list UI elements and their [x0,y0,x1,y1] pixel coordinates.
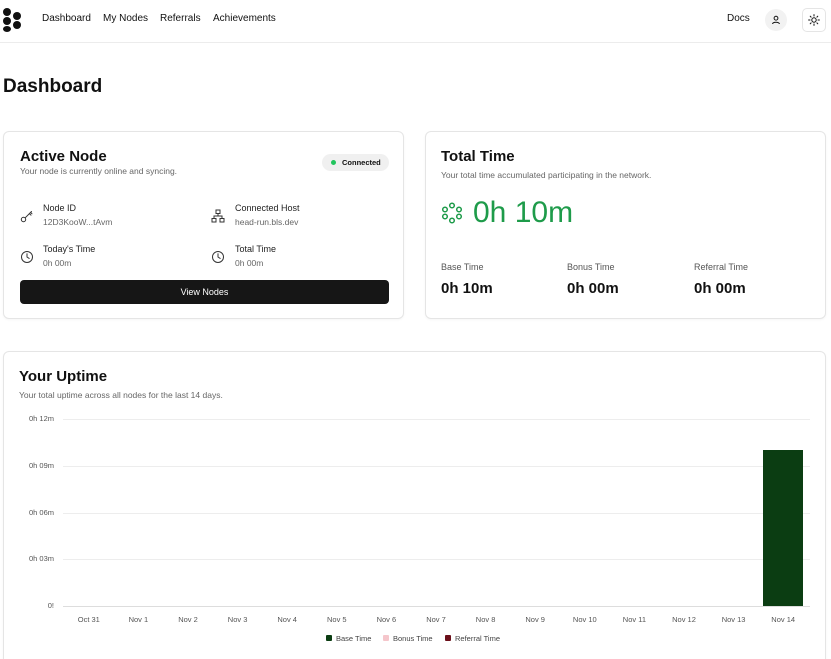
clock-icon [21,251,33,263]
docs-link[interactable]: Docs [727,13,750,24]
x-tick-label: Oct 31 [77,615,100,624]
total-time-value: 0h 00m [235,258,264,268]
x-tick-label: Nov 10 [572,615,597,624]
y-tick-label: 0h 12m [28,414,54,423]
theme-toggle-button[interactable] [802,8,826,32]
chart-gridline [63,465,810,467]
x-tick-label: Nov 5 [327,615,347,624]
page-title: Dashboard [3,76,103,97]
chart-gridline [63,512,810,514]
todays-time-value: 0h 00m [43,258,72,268]
uptime-card: Your Uptime Your total uptime across all… [3,351,826,659]
x-tick-label: Nov 12 [672,615,696,624]
total-time-card: Total Time Your total time accumulated p… [425,131,826,319]
status-dot-icon [331,160,336,165]
legend-swatch [326,635,332,642]
nodes-cluster-icon [441,202,463,224]
node-id-value: 12D3KooW...tAvm [43,217,113,227]
x-tick-label: Nov 4 [277,615,297,624]
network-icon [211,209,225,223]
total-time-label: Total Time [235,244,277,254]
x-tick-label: Nov 11 [622,615,646,624]
sun-icon [808,14,820,26]
status-badge-label: Connected [342,158,381,167]
x-tick-label: Nov 8 [475,615,496,624]
nav-link-my-nodes[interactable]: My Nodes [103,13,148,24]
referral-time-label: Referral Time [694,262,749,272]
total-time-title: Total Time [441,148,515,165]
key-icon [20,211,33,223]
top-navigation: Dashboard My Nodes Referrals Achievement… [0,0,831,43]
base-time-value: 0h 10m [441,280,493,297]
clock-icon [212,251,224,263]
uptime-subtitle: Your total uptime across all nodes for t… [19,390,223,400]
node-id-label: Node ID [43,203,77,213]
chart-gridline [63,419,810,420]
todays-time-label: Today's Time [43,244,96,254]
chart-bar[interactable] [763,450,804,606]
y-tick-label: 0! [47,601,54,610]
status-badge: Connected [322,154,389,171]
legend-item[interactable]: Bonus Time [383,634,433,644]
user-icon [772,15,780,25]
connected-host-value: head-run.bls.dev [235,217,299,227]
total-time-value: 0h 10m [473,196,574,229]
nav-link-referrals[interactable]: Referrals [160,13,201,24]
logo-icon[interactable] [3,8,23,32]
base-time-label: Base Time [441,262,484,272]
legend-label: Base Time [336,634,372,643]
bonus-time-label: Bonus Time [567,262,615,272]
x-tick-label: Nov 2 [178,615,198,624]
x-tick-label: Nov 1 [128,615,149,624]
view-nodes-button[interactable]: View Nodes [20,280,389,304]
bonus-time-value: 0h 00m [567,280,619,297]
connected-host-label: Connected Host [235,203,300,213]
x-tick-label: Nov 3 [227,615,248,624]
legend-item[interactable]: Base Time [326,634,371,644]
x-tick-label: Nov 7 [426,615,446,624]
nav-link-dashboard[interactable]: Dashboard [42,13,91,24]
x-tick-label: Nov 13 [721,615,746,624]
total-time-subtitle: Your total time accumulated participatin… [441,170,652,180]
legend-item[interactable]: Referral Time [445,634,500,644]
y-tick-label: 0h 09m [28,460,54,470]
active-node-subtitle: Your node is currently online and syncin… [20,166,178,176]
y-tick-label: 0h 03m [28,554,54,564]
legend-label: Referral Time [455,634,501,643]
chart-gridline [63,559,810,561]
nav-link-achievements[interactable]: Achievements [213,13,276,24]
active-node-card: Active Node Your node is currently onlin… [3,131,404,319]
active-node-title: Active Node [20,148,107,165]
x-tick-label: Nov 6 [376,615,397,624]
legend-swatch [383,635,389,642]
profile-button[interactable] [765,9,787,31]
y-tick-label: 0h 06m [28,507,54,517]
legend-label: Bonus Time [393,634,433,643]
uptime-title: Your Uptime [19,368,108,385]
x-tick-label: Nov 9 [525,615,545,624]
x-tick-label: Nov 14 [771,615,796,624]
legend-swatch [445,635,451,642]
referral-time-value: 0h 00m [694,280,746,297]
chart-gridline [63,606,810,607]
